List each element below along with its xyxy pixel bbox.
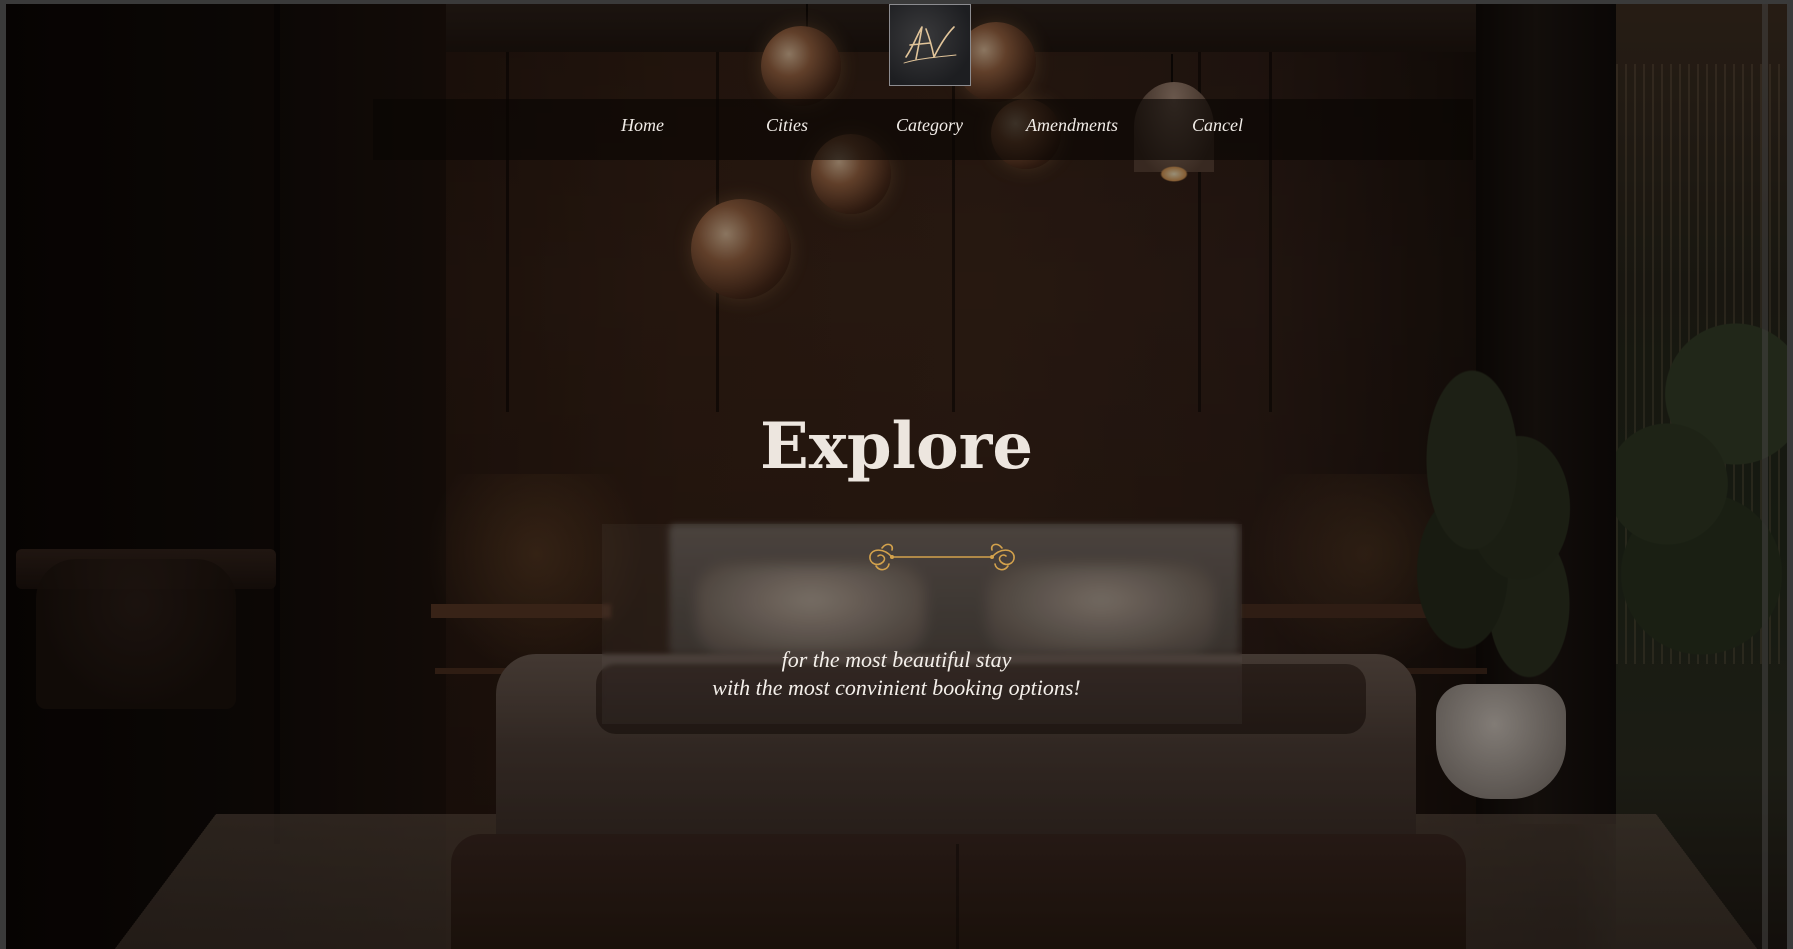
brand-logo[interactable] — [889, 4, 971, 86]
nav-category[interactable]: Category — [896, 115, 963, 136]
page-frame: Home Cities Category Amendments Cancel E… — [6, 4, 1787, 949]
nav-cancel[interactable]: Cancel — [1192, 115, 1243, 136]
nav-list: Home Cities Category Amendments Cancel — [373, 99, 1473, 160]
nav-amendments[interactable]: Amendments — [1026, 115, 1118, 136]
hero-title: Explore — [759, 409, 1034, 484]
nav-cities[interactable]: Cities — [766, 115, 808, 136]
gold-flourish-divider-icon — [869, 543, 1015, 571]
signature-monogram-icon — [903, 26, 957, 64]
tagline-line-1: for the most beautiful stay — [781, 647, 1012, 672]
tagline-line-2: with the most convinient booking options… — [712, 675, 1081, 700]
nav-home[interactable]: Home — [621, 115, 664, 136]
main-navigation: Home Cities Category Amendments Cancel — [373, 99, 1473, 160]
